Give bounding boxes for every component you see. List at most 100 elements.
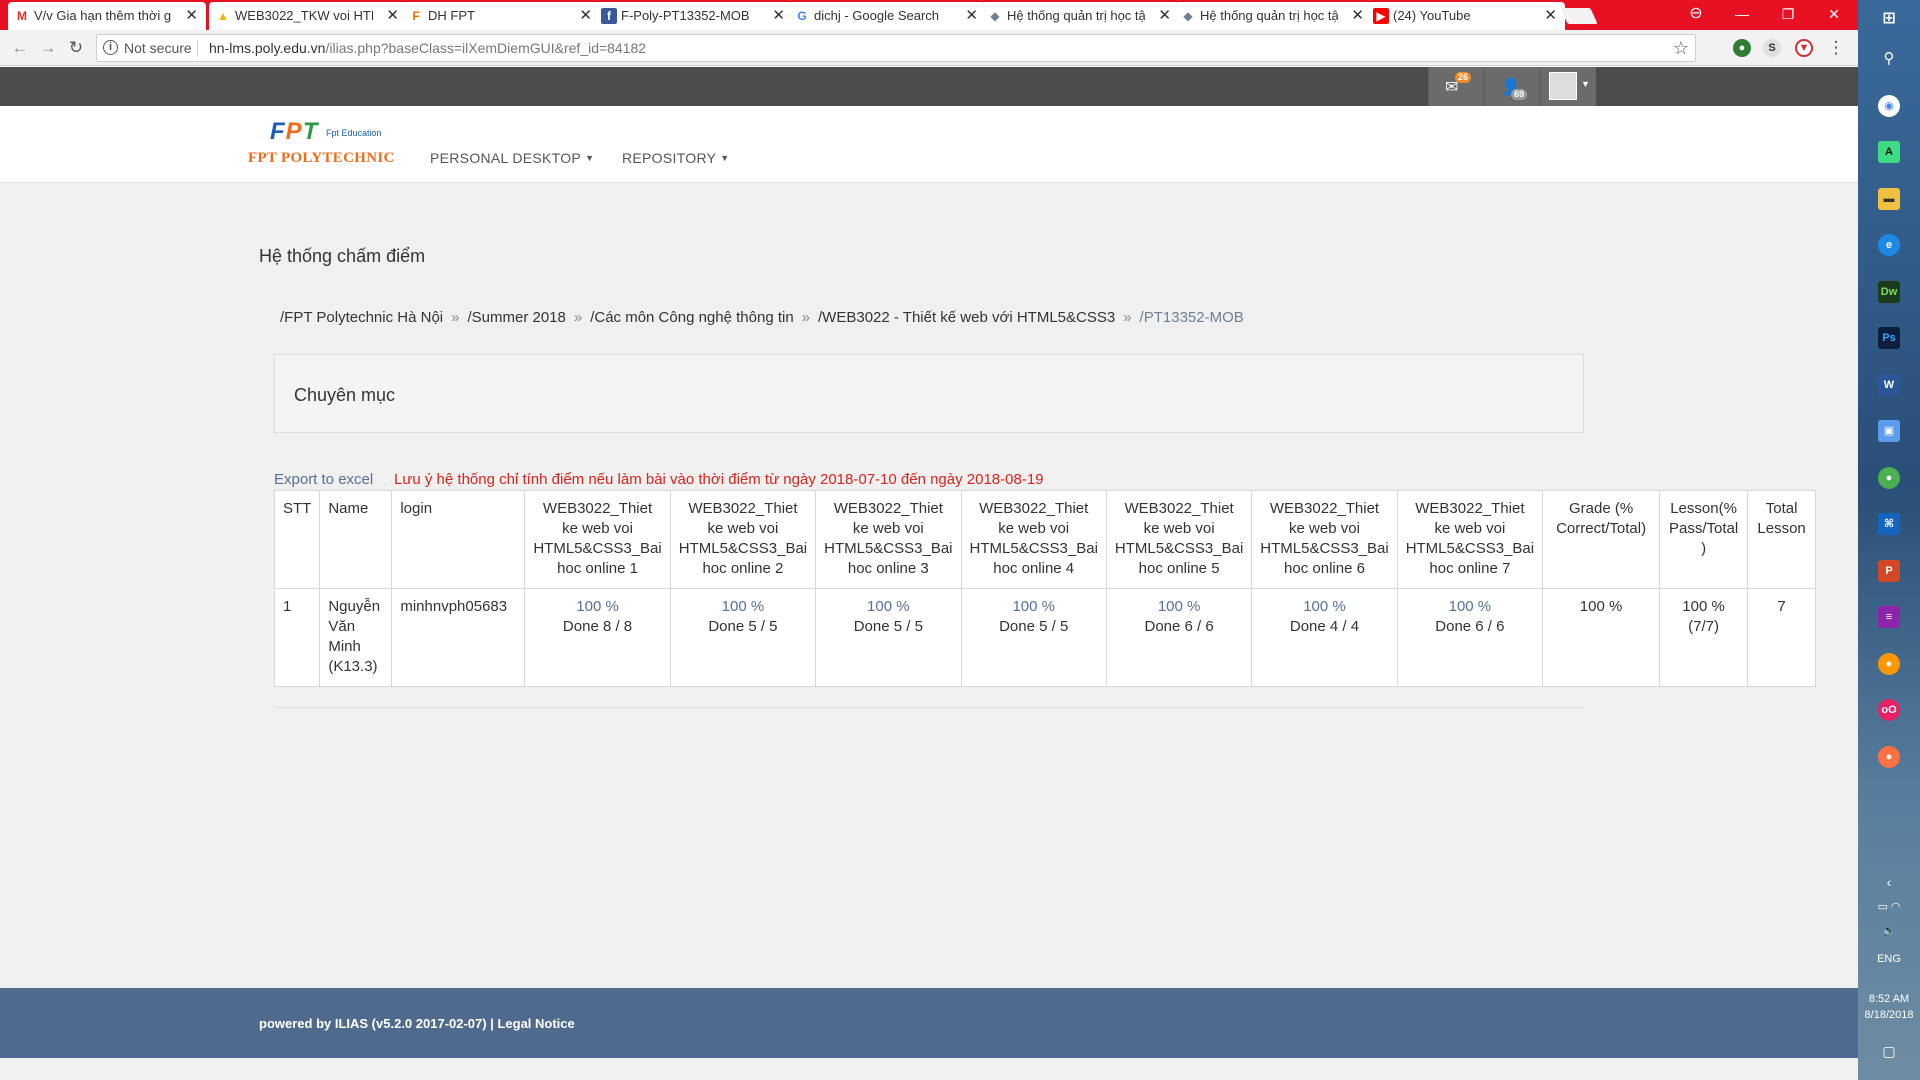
tab-dh-fpt[interactable]: F DH FPT ✕: [402, 2, 600, 30]
export-excel-link[interactable]: Export to excel: [274, 471, 373, 488]
notification-icon[interactable]: ▢: [1858, 1043, 1920, 1060]
close-icon[interactable]: ✕: [185, 2, 198, 30]
word-icon[interactable]: W: [1878, 374, 1900, 396]
extension-shield-icon[interactable]: ▼: [1795, 39, 1813, 57]
cell-lesson-5: 100 % Done 6 / 6: [1105, 588, 1253, 687]
close-icon[interactable]: ✕: [1158, 2, 1171, 30]
ilias-icon: ◆: [1183, 9, 1193, 23]
extension-s-icon[interactable]: S: [1763, 39, 1781, 57]
back-icon[interactable]: ←: [6, 34, 34, 62]
cell-stt: 1: [273, 588, 321, 687]
chevron-left-icon[interactable]: ‹: [1858, 874, 1920, 890]
mail-button[interactable]: ✉ 26: [1428, 67, 1484, 106]
tab-title: dichj - Google Search: [814, 8, 940, 23]
lesson-percent[interactable]: 100 %: [824, 597, 952, 617]
battery-icon[interactable]: ▭ ◠: [1858, 900, 1920, 913]
tab-google-search[interactable]: G dichj - Google Search ✕: [788, 2, 986, 30]
user-menu-button[interactable]: ▼: [1540, 67, 1596, 106]
bookmark-star-icon[interactable]: ☆: [1673, 35, 1689, 61]
caret-down-icon: ▼: [585, 153, 595, 163]
repository-menu[interactable]: REPOSITORY ▼: [622, 150, 730, 166]
browser-tab-strip: M V/v Gia hạn thêm thời gi ✕ ▲ WEB3022_T…: [0, 0, 1858, 30]
tab-youtube[interactable]: ▶ (24) YouTube ✕: [1367, 2, 1565, 30]
close-icon[interactable]: ✕: [386, 2, 399, 30]
footer-text[interactable]: powered by ILIAS (v5.2.0 2017-02-07) | L…: [259, 1016, 575, 1031]
android-studio-icon[interactable]: A: [1878, 141, 1900, 163]
contacts-button[interactable]: 👤 69: [1484, 67, 1540, 106]
extension-globe-icon[interactable]: ●: [1733, 39, 1751, 57]
breadcrumb-item-campus[interactable]: /FPT Polytechnic Hà Nội: [280, 309, 443, 326]
url-text[interactable]: hn-lms.poly.edu.vn/ilias.php?baseClass=i…: [209, 35, 646, 61]
ooo-app-icon[interactable]: oO: [1878, 699, 1900, 721]
language-indicator[interactable]: ENG: [1858, 953, 1920, 965]
lesson-done: Done 6 / 6: [1144, 618, 1214, 635]
header-lesson-4: WEB3022_Thiet ke web voi HTML5&CSS3_Bai …: [960, 490, 1107, 589]
address-bar[interactable]: i Not secure hn-lms.poly.edu.vn/ilias.ph…: [96, 34, 1696, 62]
header-lesson-1: WEB3022_Thiet ke web voi HTML5&CSS3_Bai …: [524, 490, 671, 589]
chrome-icon[interactable]: ◉: [1878, 95, 1900, 117]
breadcrumb-item-department[interactable]: /Các môn Công nghệ thông tin: [590, 309, 793, 326]
lesson-percent[interactable]: 100 %: [533, 597, 661, 617]
new-tab-button[interactable]: [1560, 8, 1598, 24]
info-icon[interactable]: i: [103, 40, 118, 55]
category-title: Chuyên mục: [294, 385, 396, 405]
clock-date[interactable]: 8/18/2018: [1858, 1009, 1920, 1021]
cell-lesson-3: 100 % Done 5 / 5: [815, 588, 962, 687]
tab-ilias-1[interactable]: ◆ Hệ thống quản trị học tậ ✕: [981, 2, 1179, 30]
lesson-percent[interactable]: 100 %: [970, 597, 1098, 617]
close-icon[interactable]: ✕: [579, 2, 592, 30]
lesson-percent[interactable]: 100 %: [1406, 597, 1534, 617]
profile-icon[interactable]: ⊖: [1673, 0, 1719, 30]
lesson-percent[interactable]: 100 %: [1115, 597, 1243, 617]
clock-time[interactable]: 8:52 AM: [1858, 993, 1920, 1005]
volume-icon[interactable]: 🔈: [1858, 924, 1920, 937]
globe-app-icon[interactable]: ●: [1878, 467, 1900, 489]
breadcrumb-item-class[interactable]: /PT13352-MOB: [1140, 309, 1244, 326]
restore-button[interactable]: ❐: [1765, 0, 1811, 30]
forward-icon[interactable]: →: [34, 34, 62, 62]
table-header-row: STT Name login WEB3022_Thiet ke web voi …: [273, 490, 1817, 589]
security-label[interactable]: Not secure: [124, 35, 192, 61]
windows-start-icon[interactable]: ⊞: [1878, 8, 1900, 30]
tab-drive[interactable]: ▲ WEB3022_TKW voi HTML ✕: [209, 2, 407, 30]
breadcrumb: /FPT Polytechnic Hà Nội » /Summer 2018 » /Cá…: [280, 309, 1244, 326]
tab-facebook[interactable]: f F-Poly-PT13352-MOB ✕: [595, 2, 793, 30]
close-icon[interactable]: ✕: [1544, 2, 1557, 30]
table-row: 1 Nguyễn Văn Minh (K13.3) minhnvph05683 …: [273, 588, 1817, 687]
virtualbox-icon[interactable]: ▣: [1878, 420, 1900, 442]
browser-toolbar: ← → ↻ i Not secure hn-lms.poly.edu.vn/il…: [0, 30, 1858, 66]
close-window-button[interactable]: ✕: [1811, 0, 1857, 30]
winrar-icon[interactable]: ≡: [1878, 606, 1900, 628]
fpt-polytechnic-logo[interactable]: FPT Fpt Education FPT POLYTECHNIC: [248, 118, 408, 174]
dreamweaver-icon[interactable]: Dw: [1878, 281, 1900, 303]
close-icon[interactable]: ✕: [1351, 2, 1364, 30]
header-login: login: [391, 490, 526, 589]
cell-lesson-pass: 100 % (7/7): [1659, 588, 1749, 687]
search-icon[interactable]: ⚲: [1878, 48, 1900, 70]
file-explorer-icon[interactable]: ▬: [1878, 188, 1900, 210]
tab-gmail[interactable]: M V/v Gia hạn thêm thời gi ✕: [8, 2, 206, 30]
header-lesson-7: WEB3022_Thiet ke web voi HTML5&CSS3_Bai …: [1396, 490, 1544, 589]
reload-icon[interactable]: ↻: [62, 34, 90, 62]
lesson-done: Done 8 / 8: [562, 618, 633, 635]
lesson-percent[interactable]: 100 %: [679, 597, 807, 617]
photoshop-icon[interactable]: Ps: [1878, 327, 1900, 349]
lesson-percent[interactable]: 100 %: [1260, 597, 1388, 617]
firefox-icon[interactable]: ●: [1878, 653, 1900, 675]
header-stt: STT: [273, 490, 321, 589]
browser-app-icon[interactable]: ●: [1878, 746, 1900, 768]
minimize-button[interactable]: —: [1719, 0, 1765, 30]
personal-desktop-menu[interactable]: PERSONAL DESKTOP ▼: [430, 150, 594, 166]
network-app-icon[interactable]: ⌘: [1878, 513, 1900, 535]
close-icon[interactable]: ✕: [772, 2, 785, 30]
close-icon[interactable]: ✕: [965, 2, 978, 30]
breadcrumb-item-course[interactable]: /WEB3022 - Thiết kế web với HTML5&CSS3: [818, 309, 1115, 326]
tab-ilias-active[interactable]: ◆ Hệ thống quản trị học tậ ✕: [1174, 2, 1372, 30]
menu-dots-icon[interactable]: ⋮: [1822, 34, 1850, 62]
powerpoint-icon[interactable]: P: [1878, 560, 1900, 582]
fpt-icon: F: [412, 9, 420, 23]
tab-title: WEB3022_TKW voi HTML: [235, 8, 373, 23]
breadcrumb-item-semester[interactable]: /Summer 2018: [467, 309, 565, 326]
cell-login: minhnvph05683: [391, 588, 526, 687]
edge-icon[interactable]: e: [1878, 234, 1900, 256]
